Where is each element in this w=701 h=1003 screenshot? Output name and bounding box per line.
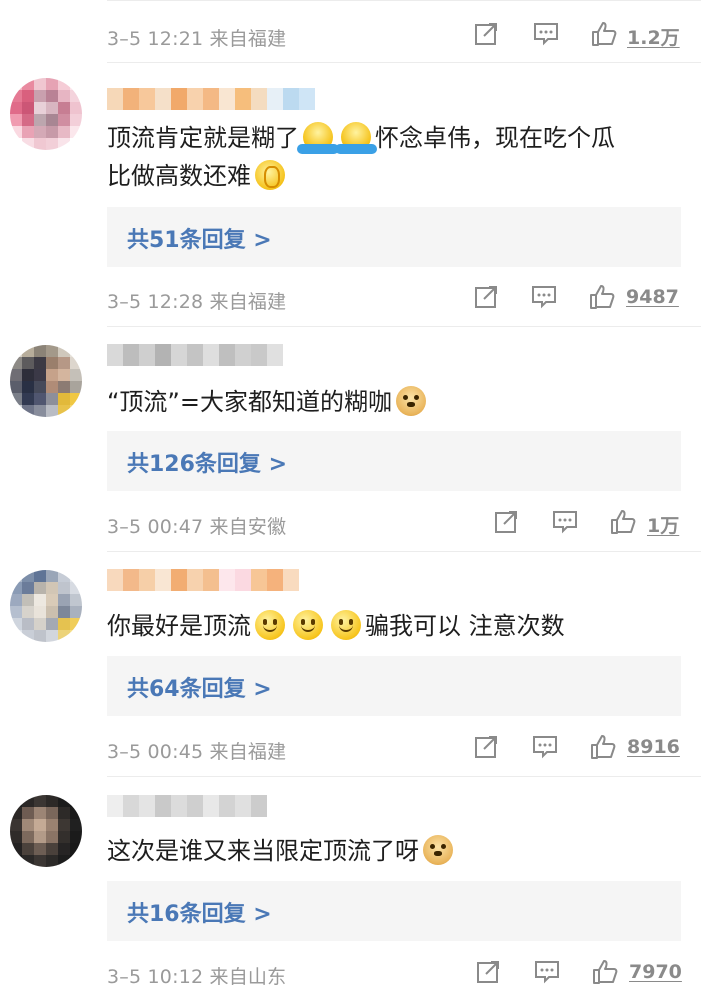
comment-icon[interactable] <box>530 283 558 311</box>
share-icon[interactable] <box>472 733 500 761</box>
share-icon[interactable] <box>472 283 500 311</box>
smile-emoji-icon <box>293 610 323 640</box>
reply-count-link[interactable]: 共51条回复 > <box>127 222 272 254</box>
like-count[interactable]: 1.2万 <box>627 23 680 50</box>
reply-box[interactable]: 共16条回复 > <box>107 881 681 941</box>
comment-icon[interactable] <box>533 958 561 986</box>
comment-meta: 3–5 12:21 来自福建 1.2万 <box>107 20 681 50</box>
reply-count-link[interactable]: 共64条回复 > <box>127 671 272 703</box>
comment-text-part: 怀念卓伟，现在吃个瓜 <box>375 124 615 152</box>
username-blurred[interactable] <box>107 88 315 110</box>
comment-meta: 3–5 00:45 来自福建 8916 <box>107 733 681 763</box>
comment-text: “顶流”=大家都知道的糊咖 <box>107 383 687 421</box>
comment-text-part: 这次是谁又来当限定顶流了呀 <box>107 837 419 865</box>
comment-time-location: 3–5 00:45 来自福建 <box>107 741 287 763</box>
comment-meta: 3–5 10:12 来自山东 7970 <box>107 958 682 988</box>
comment-text-part: 你最好是顶流 <box>107 612 251 640</box>
doge-emoji-icon <box>395 386 426 416</box>
comment-icon[interactable] <box>531 733 559 761</box>
comment-text-part: 比做高数还难 <box>107 162 251 190</box>
username-blurred[interactable] <box>107 795 267 817</box>
comment-text-part: “顶流”=大家都知道的糊咖 <box>107 388 392 416</box>
avatar[interactable] <box>10 345 82 417</box>
reply-count-link[interactable]: 共16条回复 > <box>127 896 272 928</box>
shrug-emoji-icon <box>335 122 377 154</box>
comment-meta: 3–5 12:28 来自福建 9487 <box>107 283 681 313</box>
like-count[interactable]: 7970 <box>629 961 682 983</box>
avatar[interactable] <box>10 78 82 150</box>
comment-icon[interactable] <box>532 20 560 48</box>
comment-text: 你最好是顶流 骗我可以 注意次数 <box>107 607 687 645</box>
reply-box[interactable]: 共51条回复 > <box>107 207 681 267</box>
smile-emoji-icon <box>255 610 285 640</box>
thumbs-up-icon[interactable] <box>588 283 616 311</box>
comment-time-location: 3–5 10:12 来自山东 <box>107 966 287 988</box>
comment-meta: 3–5 00:47 来自安徽 1万 <box>107 508 681 538</box>
comment-icon[interactable] <box>551 508 579 536</box>
like-count[interactable]: 1万 <box>647 511 679 538</box>
thumbs-up-icon[interactable] <box>591 958 619 986</box>
avatar[interactable] <box>10 795 82 867</box>
comment-time-location: 3–5 12:21 来自福建 <box>107 28 287 50</box>
comment-text-part: 骗我可以 注意次数 <box>365 612 565 640</box>
username-blurred[interactable] <box>107 569 299 591</box>
comment-time-location: 3–5 12:28 来自福建 <box>107 291 287 313</box>
reply-box[interactable]: 共64条回复 > <box>107 656 681 716</box>
thumbs-up-icon[interactable] <box>590 20 618 48</box>
avatar[interactable] <box>10 570 82 642</box>
comment-time-location: 3–5 00:47 来自安徽 <box>107 516 287 538</box>
like-count[interactable]: 9487 <box>626 286 679 308</box>
share-icon[interactable] <box>472 20 500 48</box>
thinking-emoji-icon <box>255 160 285 190</box>
reply-box[interactable]: 共126条回复 > <box>107 431 681 491</box>
comment-text-part: 顶流肯定就是糊了 <box>107 124 299 152</box>
doge-emoji-icon <box>423 835 453 865</box>
thumbs-up-icon[interactable] <box>589 733 617 761</box>
comment-text: 这次是谁又来当限定顶流了呀 <box>107 832 687 870</box>
smile-emoji-icon <box>331 610 361 640</box>
comment-text: 顶流肯定就是糊了 怀念卓伟，现在吃个瓜 比做高数还难 <box>107 119 687 195</box>
shrug-emoji-icon <box>297 122 339 154</box>
username-blurred[interactable] <box>107 344 283 366</box>
like-count[interactable]: 8916 <box>627 736 680 758</box>
share-icon[interactable] <box>474 958 502 986</box>
thumbs-up-icon[interactable] <box>609 508 637 536</box>
share-icon[interactable] <box>492 508 520 536</box>
reply-count-link[interactable]: 共126条回复 > <box>127 446 287 478</box>
